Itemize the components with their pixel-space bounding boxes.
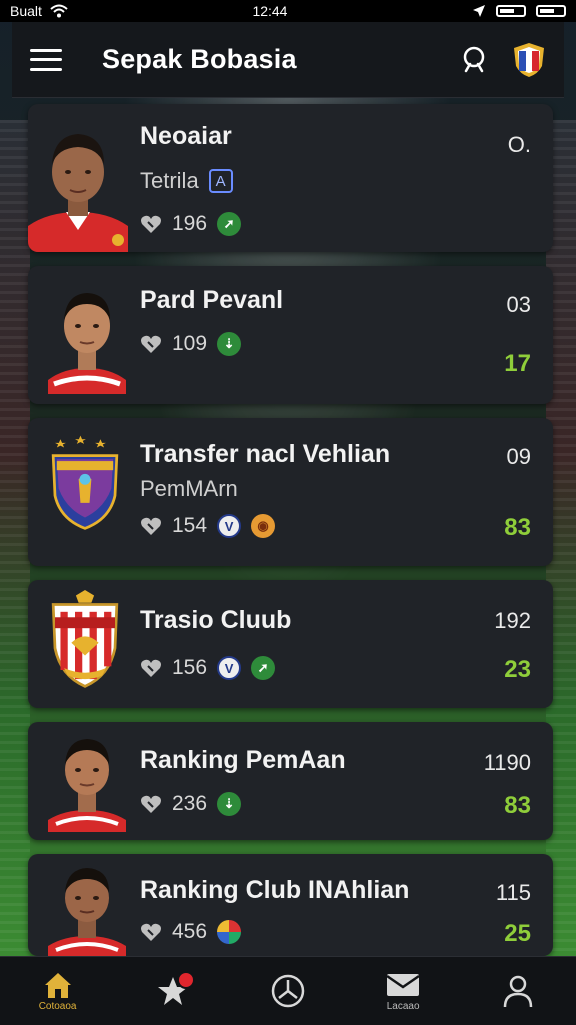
multicolor-badge-icon: [217, 920, 242, 944]
club-v-badge-icon: V: [217, 656, 242, 680]
card-meta: 196 ➚: [140, 212, 242, 236]
card-meta: 154 V ◉: [140, 514, 276, 538]
card-title: Neoaiar: [140, 122, 232, 150]
heart-icon: [141, 659, 161, 677]
down-arrow-badge-icon: ⇣: [217, 792, 242, 816]
card-title: Ranking Club INAhlian: [140, 876, 410, 904]
nav-inbox-label: Lacaao: [386, 1000, 420, 1012]
card-rank: 03: [506, 292, 531, 317]
card-count: 156: [172, 656, 208, 679]
heart-icon: [141, 517, 161, 535]
battery-secondary-icon: [536, 5, 566, 17]
card-score: 25: [504, 920, 531, 947]
card-title: Transfer nacl Vehlian: [140, 440, 391, 468]
list-item[interactable]: Ranking Club INAhlian 456 115 25: [28, 854, 553, 956]
search-icon[interactable]: [458, 43, 492, 77]
battery-icon: [496, 5, 526, 17]
card-score: 83: [504, 792, 531, 819]
list-item[interactable]: Neoaiar Tetrila A 196 ➚ O.: [28, 104, 553, 252]
card-score: 23: [504, 656, 531, 683]
notification-dot: [176, 971, 195, 989]
card-subtitle: PemMArn: [140, 476, 238, 501]
card-subtitle-text: Tetrila: [140, 168, 199, 193]
card-score: 83: [504, 514, 531, 541]
nav-inbox[interactable]: Lacaao: [363, 971, 443, 1012]
up-arrow-badge-icon: ➚: [217, 212, 242, 236]
card-meta: 156 V ➚: [140, 656, 276, 680]
player-avatar: [28, 134, 128, 252]
card-rank: 115: [495, 880, 531, 905]
heart-icon: [141, 795, 161, 813]
card-rank: 192: [494, 608, 531, 633]
player-avatar: [48, 868, 126, 956]
nav-matches[interactable]: [248, 974, 328, 1008]
carrier-name: Bualt: [10, 3, 42, 19]
nav-profile[interactable]: [478, 974, 558, 1008]
nav-home-label: Cotoaoa: [38, 1000, 77, 1012]
card-title: Pard Pevanl: [140, 286, 284, 314]
location-icon: [473, 5, 485, 17]
wifi-icon: [50, 4, 68, 18]
list-item[interactable]: Ranking PemAan 236 ⇣ 1190 83: [28, 722, 553, 840]
status-bar: Bualt 12:44: [0, 0, 576, 22]
card-subtitle: Tetrila A: [140, 168, 233, 194]
list-item[interactable]: Transfer nacl Vehlian PemMArn 154 V ◉ 09…: [28, 418, 553, 566]
card-rank: O.: [507, 132, 531, 157]
status-left: Bualt: [10, 3, 68, 19]
menu-icon[interactable]: [30, 48, 62, 71]
card-title: Ranking PemAan: [140, 746, 346, 774]
club-crest-icon: [51, 435, 119, 530]
card-count: 154: [172, 514, 208, 537]
club-orange-badge-icon: ◉: [251, 514, 276, 538]
ball-icon: [271, 974, 305, 1008]
card-meta: 236 ⇣: [140, 792, 242, 816]
home-icon: [44, 972, 71, 998]
card-rank: 09: [506, 444, 531, 469]
league-a-badge: A: [208, 169, 233, 193]
stadium-background-left: [0, 120, 30, 960]
card-meta: 109 ⇣: [140, 332, 242, 356]
list-item[interactable]: Pard Pevanl 109 ⇣ 03 17: [28, 266, 553, 404]
card-count: 456: [172, 920, 208, 943]
heart-icon: [141, 923, 161, 941]
nav-home[interactable]: Cotoaoa: [18, 971, 98, 1012]
heart-icon: [141, 215, 161, 233]
flag-badge-icon[interactable]: [512, 41, 546, 79]
bottom-nav: Cotoaoa Lacaao: [0, 956, 576, 1025]
app-title: Sepak Bobasia: [102, 44, 297, 74]
down-arrow-badge-icon: ⇣: [217, 332, 242, 356]
club-v-badge-icon: V: [217, 514, 242, 538]
user-icon: [504, 975, 533, 1008]
inbox-icon: [386, 973, 420, 996]
card-title: Trasio Cluub: [140, 606, 292, 634]
card-rank: 1190: [483, 750, 531, 775]
up-arrow-badge-icon: ➚: [251, 656, 276, 680]
status-right: [472, 4, 566, 18]
card-meta: 456: [140, 920, 242, 944]
nav-favorites[interactable]: [133, 971, 213, 1007]
card-count: 196: [172, 212, 208, 235]
card-count: 236: [172, 792, 208, 815]
heart-icon: [141, 335, 161, 353]
app-header: Sepak Bobasia: [12, 22, 564, 98]
player-avatar: [48, 293, 126, 394]
player-avatar: [48, 739, 126, 832]
list-item[interactable]: Trasio Cluub 156 V ➚ 192 23: [28, 580, 553, 708]
club-crest-icon: [51, 590, 119, 688]
card-count: 109: [172, 332, 208, 355]
status-time: 12:44: [252, 3, 288, 19]
card-score: 17: [504, 350, 531, 377]
